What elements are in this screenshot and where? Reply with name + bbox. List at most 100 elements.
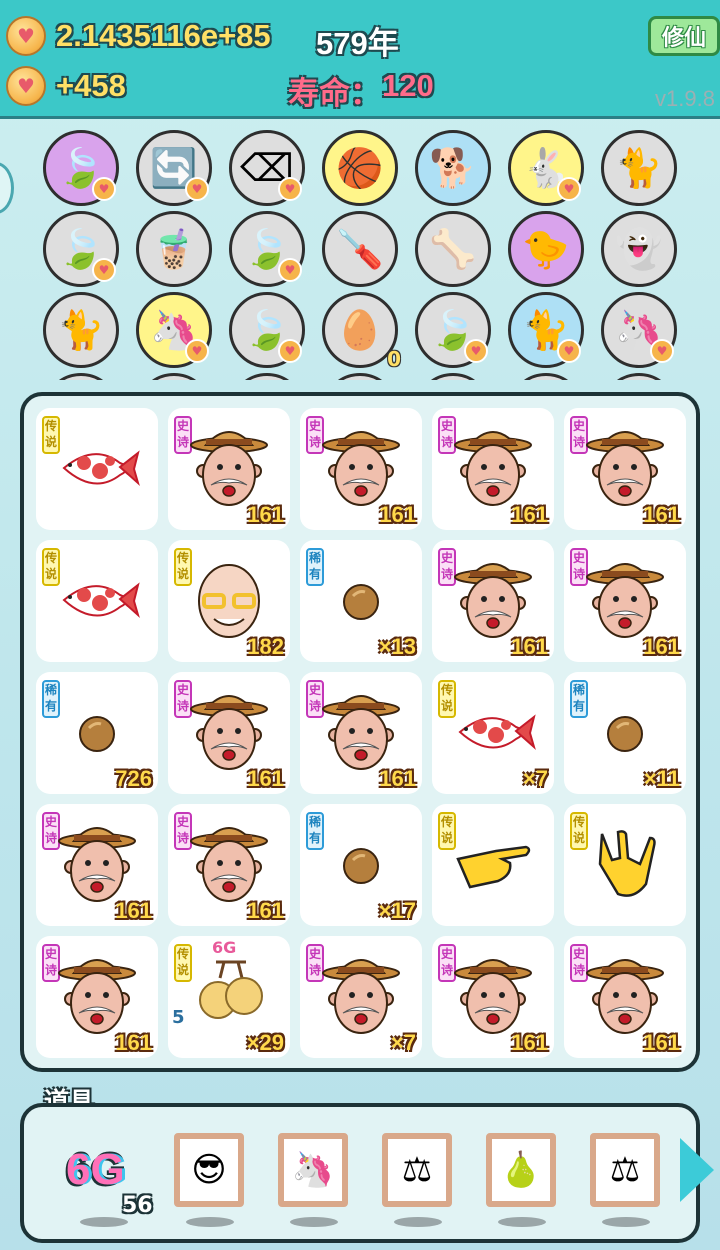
koi-fish-icon bbox=[432, 686, 554, 778]
inventory-item-farmer[interactable]: 史诗 161 bbox=[36, 804, 158, 926]
cultivate-button[interactable]: 修仙 bbox=[648, 16, 720, 56]
item-quantity: 161 bbox=[247, 502, 284, 527]
roster-slot-partial[interactable] bbox=[601, 373, 677, 380]
item-shadow bbox=[80, 1217, 128, 1227]
roster-slot-partial[interactable] bbox=[415, 373, 491, 380]
inventory-item-farmer[interactable]: 史诗 161 bbox=[168, 804, 290, 926]
hud-divider bbox=[0, 116, 720, 119]
inventory-item-farmer[interactable]: 史诗 161 bbox=[36, 936, 158, 1058]
inventory-item-rock-hand[interactable]: 传说 bbox=[564, 804, 686, 926]
item-shadow bbox=[498, 1217, 546, 1227]
roster-slot-refresh[interactable]: 🔄 ♥ bbox=[136, 130, 212, 206]
roster-slot-basketballs[interactable]: 🏀 bbox=[322, 130, 398, 206]
prop-scale-icon[interactable]: ⚖ bbox=[590, 1133, 660, 1207]
farmer-icon bbox=[432, 950, 554, 1042]
inventory-item-bald-man[interactable]: 传说 182 bbox=[168, 540, 290, 662]
age-years: 579年 bbox=[316, 26, 399, 61]
ghost-icon: 👻 bbox=[615, 227, 663, 271]
roster-slot-partial[interactable] bbox=[322, 373, 398, 380]
inventory-item-farmer[interactable]: 史诗 161 bbox=[432, 540, 554, 662]
roster-slot-delete-key[interactable]: ⌫ ♥ bbox=[229, 130, 305, 206]
sixg-item-label[interactable]: 6G bbox=[66, 1145, 125, 1195]
roster-slot-leaf[interactable]: 🍃 ♥ bbox=[43, 211, 119, 287]
heart-badge-icon: ♥ bbox=[464, 339, 488, 363]
roster-slot-leaf[interactable]: 🍃 ♥ bbox=[43, 130, 119, 206]
inventory-item-pointing-hand[interactable]: 传说 bbox=[432, 804, 554, 926]
roster-slot-cats[interactable]: 🐈 bbox=[601, 130, 677, 206]
item-shadow bbox=[186, 1217, 234, 1227]
farmer-icon bbox=[300, 422, 422, 514]
inventory-item-farmer[interactable]: 史诗 161 bbox=[432, 408, 554, 530]
item-quantity: ×17 bbox=[378, 898, 416, 923]
inventory-item-farmer[interactable]: 史诗 161 bbox=[300, 672, 422, 794]
inventory-item-farmer[interactable]: 史诗 161 bbox=[168, 672, 290, 794]
prop-sunglasses-man-icon[interactable]: 😎 bbox=[174, 1133, 244, 1207]
roster-slot-bubble-tea[interactable]: 🧋 bbox=[136, 211, 212, 287]
heart-badge-icon: ♥ bbox=[557, 177, 581, 201]
dog-bowl-icon: 🦴 bbox=[429, 227, 477, 271]
inventory-item-farmer[interactable]: 史诗 161 bbox=[564, 408, 686, 530]
roster-slot-ghost[interactable]: 👻 bbox=[601, 211, 677, 287]
nut-icon bbox=[564, 686, 686, 778]
roster-slot-dog-bowl[interactable]: 🦴 bbox=[415, 211, 491, 287]
gold-rate: +458 bbox=[56, 68, 126, 103]
prop-pear-icon[interactable]: 🍐 bbox=[486, 1133, 556, 1207]
roster-slot-unicorns[interactable]: 🦄 ♥ bbox=[601, 292, 677, 368]
roster-slot-partial[interactable] bbox=[229, 373, 305, 380]
heart-badge-icon: ♥ bbox=[185, 177, 209, 201]
prop-unicorn-icon[interactable]: 🦄 bbox=[278, 1133, 348, 1207]
inventory-item-farmer[interactable]: 史诗 161 bbox=[564, 540, 686, 662]
inventory-item-farmer[interactable]: 史诗 161 bbox=[432, 936, 554, 1058]
item-quantity: 182 bbox=[247, 634, 284, 659]
prop-scale-icon[interactable]: ⚖ bbox=[382, 1133, 452, 1207]
roster-slot-leaf[interactable]: 🍃 ♥ bbox=[229, 211, 305, 287]
nut-icon bbox=[300, 818, 422, 910]
roster-slot-screwdriver[interactable]: 🪛 bbox=[322, 211, 398, 287]
cats-icon: 🐈 bbox=[615, 146, 663, 190]
egg-tray-icon: 🥚 bbox=[336, 308, 384, 352]
farmer-icon bbox=[300, 950, 422, 1042]
sixg-item-count: 56 bbox=[122, 1193, 153, 1218]
version-label: v1.9.8 bbox=[655, 86, 715, 111]
inventory-item-koi-fish[interactable]: 传说 ×7 bbox=[432, 672, 554, 794]
item-quantity: 161 bbox=[379, 766, 416, 791]
inventory-item-nut[interactable]: 稀有 ×17 bbox=[300, 804, 422, 926]
chevron-right-icon[interactable] bbox=[680, 1138, 714, 1202]
item-quantity: 161 bbox=[643, 634, 680, 659]
inventory-item-koi-fish[interactable]: 传说 bbox=[36, 540, 158, 662]
roster-slot-leaf[interactable]: 🍃 ♥ bbox=[229, 292, 305, 368]
heart-badge-icon: ♥ bbox=[185, 339, 209, 363]
heart-badge-icon: ♥ bbox=[278, 177, 302, 201]
roster-slot-cat[interactable]: 🐈 ♥ bbox=[508, 292, 584, 368]
farmer-icon bbox=[300, 686, 422, 778]
inventory-item-farmer[interactable]: 史诗 161 bbox=[300, 408, 422, 530]
slot-count: 0 bbox=[387, 347, 401, 371]
inventory-item-nut[interactable]: 稀有 ×11 bbox=[564, 672, 686, 794]
inventory-item-nut[interactable]: 稀有 726 bbox=[36, 672, 158, 794]
cats-icon: 🐈 bbox=[57, 308, 105, 352]
roster-slot-partial[interactable] bbox=[508, 373, 584, 380]
roster-slot-rabbit[interactable]: 🐇 ♥ bbox=[508, 130, 584, 206]
bald-man-icon bbox=[168, 554, 290, 646]
item-shadow bbox=[394, 1217, 442, 1227]
item-quantity: 161 bbox=[247, 898, 284, 923]
roster-slot-unicorn[interactable]: 🦄 ♥ bbox=[136, 292, 212, 368]
roster-slot-cats[interactable]: 🐈 bbox=[43, 292, 119, 368]
roster-slot-cool-dog[interactable]: 🐕 bbox=[415, 130, 491, 206]
roster-slot-leaf[interactable]: 🍃 ♥ bbox=[415, 292, 491, 368]
roster-slot-chick-egg[interactable]: 🐤 bbox=[508, 211, 584, 287]
inventory-item-nut[interactable]: 稀有 ×13 bbox=[300, 540, 422, 662]
character-roster: 🍃 ♥ 🔄 ♥ ⌫ ♥ 🏀 🐕 🐇 ♥ 🐈 🍃 ♥ 🧋 🍃 ♥ 🪛 🦴 🐤 👻 🐈 🦄 ♥ 🍃 ♥ 🥚 0 🍃 ♥ 🐈 ♥ 🦄 ♥ bbox=[0, 122, 720, 380]
roster-slot-egg-tray[interactable]: 🥚 0 bbox=[322, 292, 401, 371]
inventory-item-koi-fish[interactable]: 传说 bbox=[36, 408, 158, 530]
item-quantity: 161 bbox=[379, 502, 416, 527]
inventory-item-farmer[interactable]: 史诗 161 bbox=[564, 936, 686, 1058]
roster-slot-partial[interactable] bbox=[43, 373, 119, 380]
farmer-icon bbox=[168, 818, 290, 910]
inventory-item-farmer[interactable]: 史诗 161 bbox=[168, 408, 290, 530]
nut-icon bbox=[36, 686, 158, 778]
inventory-item-golden-fruit[interactable]: 传说 6G 5 ×29 bbox=[168, 936, 290, 1058]
side-panel-handle[interactable] bbox=[0, 162, 14, 214]
roster-slot-partial[interactable] bbox=[136, 373, 212, 380]
inventory-item-farmer[interactable]: 史诗 ×7 bbox=[300, 936, 422, 1058]
